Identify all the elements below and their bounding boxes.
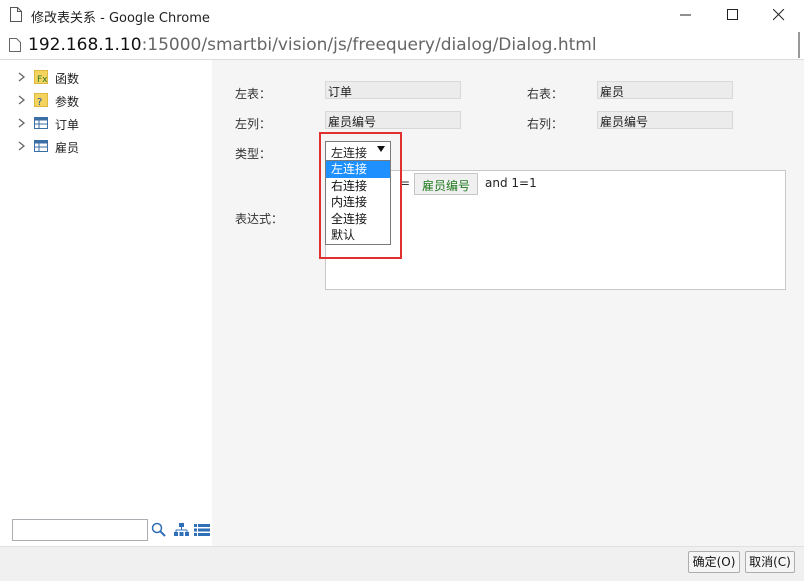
resource-tree: Fx 函数 ? 参数 订单 雇员 xyxy=(12,68,212,544)
tree-item-label: 雇员 xyxy=(55,141,80,155)
url-text[interactable]: 192.168.1.10:15000/smartbi/vision/js/fre… xyxy=(28,35,597,55)
close-window-button[interactable] xyxy=(764,4,794,26)
left-table-field: 订单 xyxy=(325,81,461,99)
chevron-right-icon[interactable] xyxy=(18,141,26,151)
tree-item-functions[interactable]: Fx 函数 xyxy=(12,68,202,88)
tree-item-orders[interactable]: 订单 xyxy=(12,114,202,134)
search-icon[interactable] xyxy=(151,522,167,538)
url-host: 192.168.1.10 xyxy=(28,35,142,55)
cancel-button[interactable]: 取消(C) xyxy=(745,551,795,573)
expression-condition: and 1=1 xyxy=(485,176,537,190)
address-bar[interactable]: 192.168.1.10:15000/smartbi/vision/js/fre… xyxy=(0,30,804,60)
left-column-field: 雇员编号 xyxy=(325,111,461,129)
annotation-highlight-box xyxy=(319,132,402,259)
expression-label: 表达式： xyxy=(235,212,284,226)
right-table-label: 右表： xyxy=(527,87,564,101)
table-icon xyxy=(34,117,48,129)
url-path: :15000/smartbi/vision/js/freequery/dialo… xyxy=(141,35,597,55)
maximize-button[interactable] xyxy=(718,4,748,26)
chevron-right-icon[interactable] xyxy=(18,95,26,105)
tree-item-label: 订单 xyxy=(55,118,80,132)
hierarchy-icon[interactable] xyxy=(174,523,189,537)
list-view-icon[interactable] xyxy=(194,524,210,536)
tree-item-employees[interactable]: 雇员 xyxy=(12,137,202,157)
document-icon xyxy=(10,7,22,22)
relation-form-panel xyxy=(212,60,804,546)
minimize-icon xyxy=(680,14,691,16)
maximize-icon xyxy=(727,9,738,20)
function-icon: Fx xyxy=(34,70,48,84)
chevron-right-icon[interactable] xyxy=(18,118,26,128)
parameter-icon: ? xyxy=(34,93,48,107)
expression-field-chip[interactable]: 雇员编号 xyxy=(414,173,479,195)
table-icon xyxy=(34,140,48,152)
left-column-label: 左列： xyxy=(235,117,272,131)
svg-text:?: ? xyxy=(37,97,42,107)
left-table-label: 左表： xyxy=(235,87,272,101)
tree-item-label: 函数 xyxy=(55,72,80,86)
svg-text:Fx: Fx xyxy=(37,75,48,84)
chevron-right-icon[interactable] xyxy=(18,72,26,82)
join-type-label: 类型： xyxy=(235,147,272,161)
tree-item-parameters[interactable]: ? 参数 xyxy=(12,91,202,111)
tree-item-label: 参数 xyxy=(55,95,80,109)
window-titlebar: 修改表关系 - Google Chrome xyxy=(0,0,804,30)
close-icon xyxy=(773,9,785,21)
right-table-field: 雇员 xyxy=(597,81,733,99)
scrollbar-edge xyxy=(798,32,800,58)
page-icon xyxy=(9,38,21,52)
right-column-label: 右列： xyxy=(527,117,564,131)
window-title: 修改表关系 - Google Chrome xyxy=(31,11,210,26)
ok-button[interactable]: 确定(O) xyxy=(688,551,740,573)
tree-search-input[interactable] xyxy=(12,519,148,541)
dialog-footer xyxy=(0,546,804,581)
minimize-button[interactable] xyxy=(671,4,701,26)
right-column-field: 雇员编号 xyxy=(597,111,733,129)
